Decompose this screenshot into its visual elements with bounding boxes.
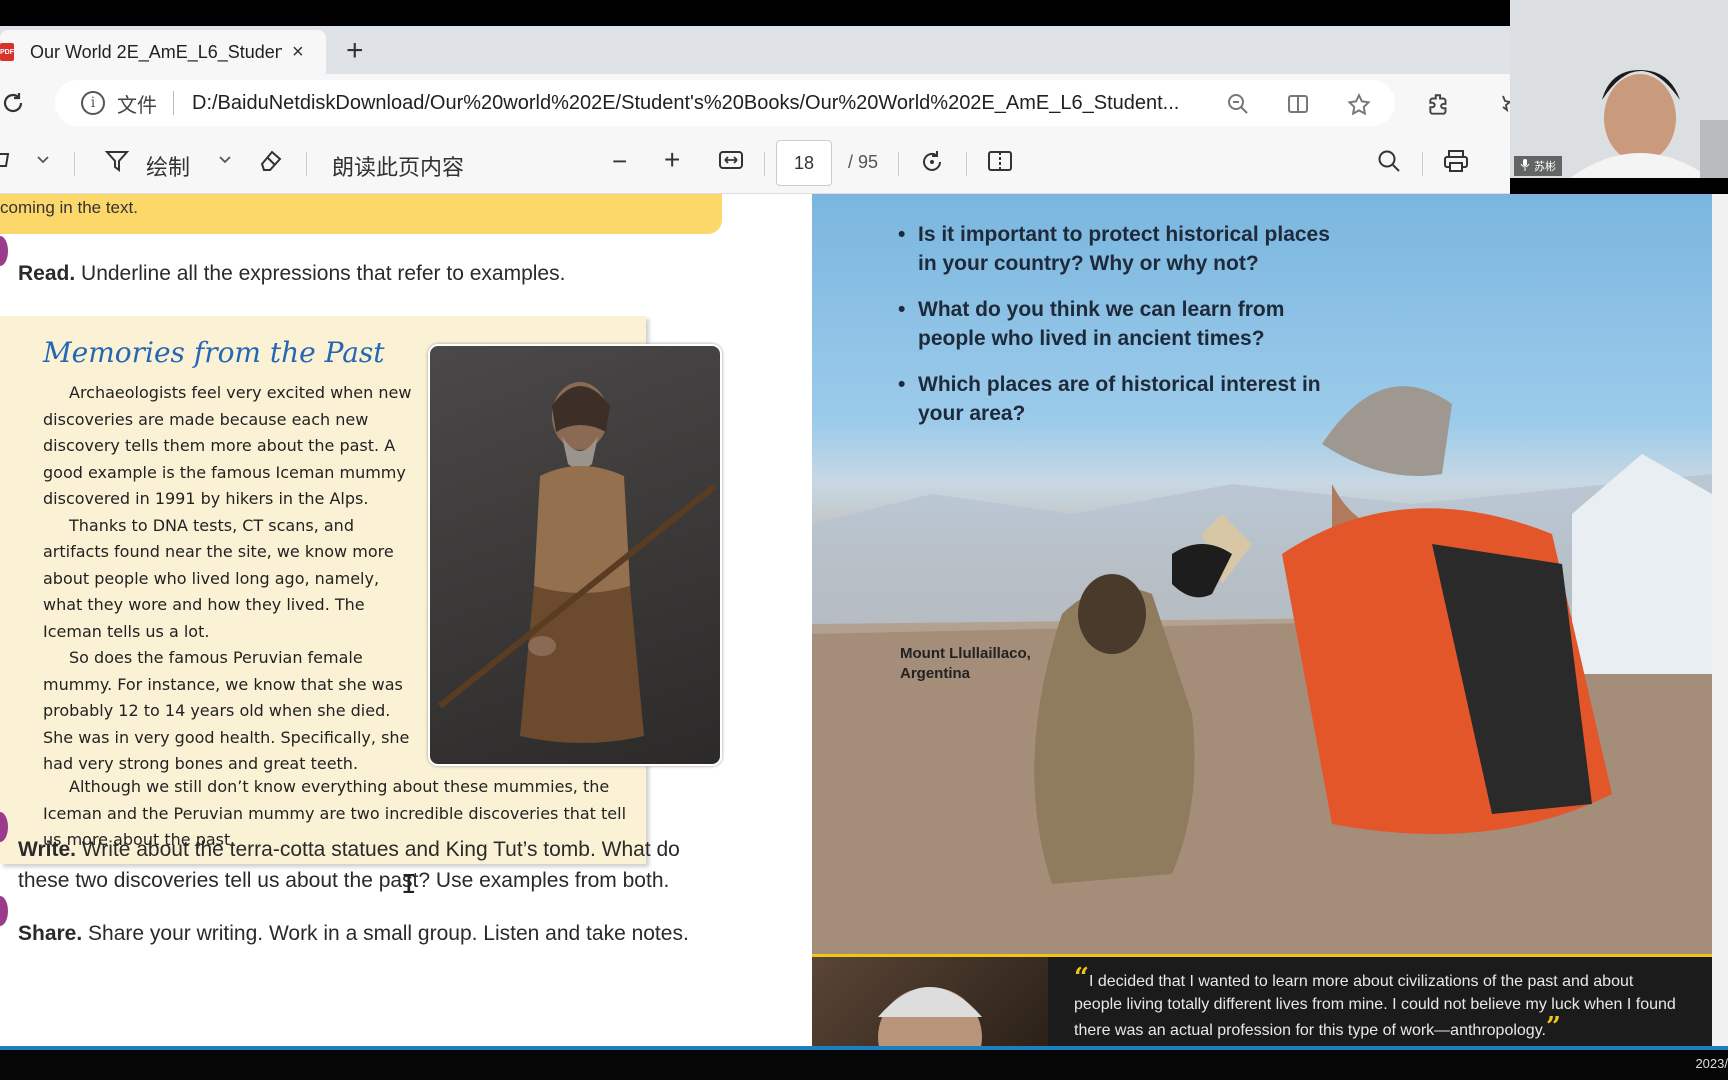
zoom-in-button[interactable]: + bbox=[664, 144, 680, 176]
question-item: Is it important to protect historical pl… bbox=[898, 220, 1338, 278]
toolbar-divider bbox=[1422, 152, 1423, 176]
taskbar-clock: 2023/ bbox=[1695, 1056, 1728, 1071]
search-icon[interactable] bbox=[1376, 148, 1402, 180]
step-marker bbox=[0, 236, 8, 266]
rotate-icon[interactable] bbox=[918, 148, 946, 182]
discussion-questions: Is it important to protect historical pl… bbox=[898, 220, 1338, 445]
toolbar-divider bbox=[966, 152, 967, 176]
participant-label: 苏彬 bbox=[1514, 156, 1562, 176]
pdf-file-icon: PDF bbox=[0, 43, 14, 61]
print-icon[interactable] bbox=[1442, 148, 1470, 180]
address-bar[interactable]: i 文件 D:/BaiduNetdiskDownload/Our%20world… bbox=[55, 80, 1395, 126]
address-divider bbox=[173, 91, 174, 115]
read-text: Underline all the expressions that refer… bbox=[75, 262, 566, 285]
step-marker bbox=[0, 896, 8, 926]
anthropologist-portrait bbox=[812, 957, 1048, 1046]
new-tab-button[interactable]: + bbox=[346, 34, 364, 68]
vertical-scrollbar[interactable] bbox=[1712, 194, 1728, 1046]
read-instruction: Read. Underline all the expressions that… bbox=[18, 258, 565, 289]
favorite-star-icon[interactable] bbox=[1346, 92, 1372, 125]
highlight-icon[interactable] bbox=[0, 148, 14, 178]
close-tab-icon[interactable]: × bbox=[292, 41, 304, 64]
page-total: / 95 bbox=[848, 152, 879, 172]
text-cursor-icon: I bbox=[401, 870, 417, 900]
question-item: What do you think we can learn from peop… bbox=[898, 295, 1338, 353]
toolbar-divider bbox=[306, 152, 307, 176]
read-aloud-button[interactable]: 朗读此页内容 bbox=[332, 150, 464, 182]
paragraph-2: Thanks to DNA tests, CT scans, and artif… bbox=[43, 515, 394, 641]
reload-icon[interactable] bbox=[0, 90, 26, 123]
page-view-icon[interactable] bbox=[986, 148, 1014, 180]
question-item: Which places are of historical interest … bbox=[898, 370, 1338, 428]
paragraph-1: Archaeologists feel very excited when ne… bbox=[43, 383, 412, 508]
eraser-icon[interactable] bbox=[258, 148, 286, 180]
share-instruction: Share. Share your writing. Work in a sma… bbox=[18, 918, 689, 949]
quote-panel: “I decided that I wanted to learn more a… bbox=[812, 954, 1712, 1046]
zoom-out-button[interactable]: − bbox=[612, 146, 627, 177]
card-title: Memories from the Past bbox=[43, 336, 385, 369]
taskbar: 2023/ bbox=[0, 1050, 1728, 1080]
card-body: Archaeologists feel very excited when ne… bbox=[43, 380, 413, 778]
page-number-input[interactable]: 18 bbox=[776, 140, 832, 186]
address-row: i 文件 D:/BaiduNetdiskDownload/Our%20world… bbox=[0, 74, 1510, 132]
write-instruction: Write. Write about the terra-cotta statu… bbox=[18, 834, 718, 896]
mountain-photo: Is it important to protect historical pl… bbox=[812, 194, 1712, 954]
microphone-icon bbox=[1520, 158, 1530, 174]
write-label: Write. bbox=[18, 838, 76, 861]
tab-title: Our World 2E_AmE_L6_Student B bbox=[30, 41, 282, 62]
pdf-toolbar: 绘制 朗读此页内容 − + 18 / 95 bbox=[0, 132, 1510, 194]
iceman-photo bbox=[428, 344, 722, 766]
browser-tab[interactable]: PDF Our World 2E_AmE_L6_Student B × bbox=[0, 30, 326, 74]
tab-strip: PDF Our World 2E_AmE_L6_Student B × + bbox=[0, 26, 1510, 74]
caption-line: Mount Llullaillaco, bbox=[900, 645, 1031, 662]
toolbar-divider bbox=[74, 152, 75, 176]
collections-icon[interactable] bbox=[1496, 92, 1513, 123]
fit-width-icon[interactable] bbox=[718, 148, 744, 178]
share-label: Share. bbox=[18, 922, 83, 945]
close-quote-icon: ” bbox=[1545, 1012, 1561, 1042]
draw-dropdown-icon[interactable] bbox=[218, 152, 232, 170]
draw-icon[interactable] bbox=[104, 148, 130, 180]
toolbar-divider bbox=[764, 152, 765, 176]
split-screen-icon[interactable] bbox=[1286, 92, 1310, 123]
webcam-overlay: 苏彬 bbox=[1510, 0, 1728, 178]
write-text: Write about the terra-cotta statues and … bbox=[18, 838, 680, 892]
extensions-icon[interactable] bbox=[1426, 92, 1452, 125]
photo-caption: Mount Llullaillaco, Argentina bbox=[900, 644, 1031, 684]
info-icon[interactable]: i bbox=[81, 91, 105, 115]
caption-line: Argentina bbox=[900, 665, 971, 682]
highlight-dropdown-icon[interactable] bbox=[36, 152, 50, 170]
open-quote-icon: “ bbox=[1074, 963, 1089, 993]
draw-button[interactable]: 绘制 bbox=[146, 150, 190, 182]
protocol-label: 文件 bbox=[117, 94, 157, 117]
screen: PDF Our World 2E_AmE_L6_Student B × + i … bbox=[0, 0, 1728, 1080]
url-text[interactable]: D:/BaiduNetdiskDownload/Our%20world%202E… bbox=[192, 92, 1192, 115]
quote-body: I decided that I wanted to learn more ab… bbox=[1074, 973, 1676, 1039]
instruction-banner: coming in the text. bbox=[0, 194, 722, 234]
paragraph-3: So does the famous Peruvian female mummy… bbox=[43, 648, 410, 773]
zoom-out-icon[interactable] bbox=[1226, 92, 1250, 123]
read-label: Read. bbox=[18, 262, 76, 285]
pdf-viewport[interactable]: coming in the text. Read. Underline all … bbox=[0, 194, 1728, 1046]
banner-text: coming in the text. bbox=[0, 198, 138, 217]
toolbar-divider bbox=[898, 152, 899, 176]
participant-name: 苏彬 bbox=[1534, 161, 1556, 173]
share-text: Share your writing. Work in a small grou… bbox=[82, 922, 689, 945]
quote-text: “I decided that I wanted to learn more a… bbox=[1074, 965, 1684, 1042]
